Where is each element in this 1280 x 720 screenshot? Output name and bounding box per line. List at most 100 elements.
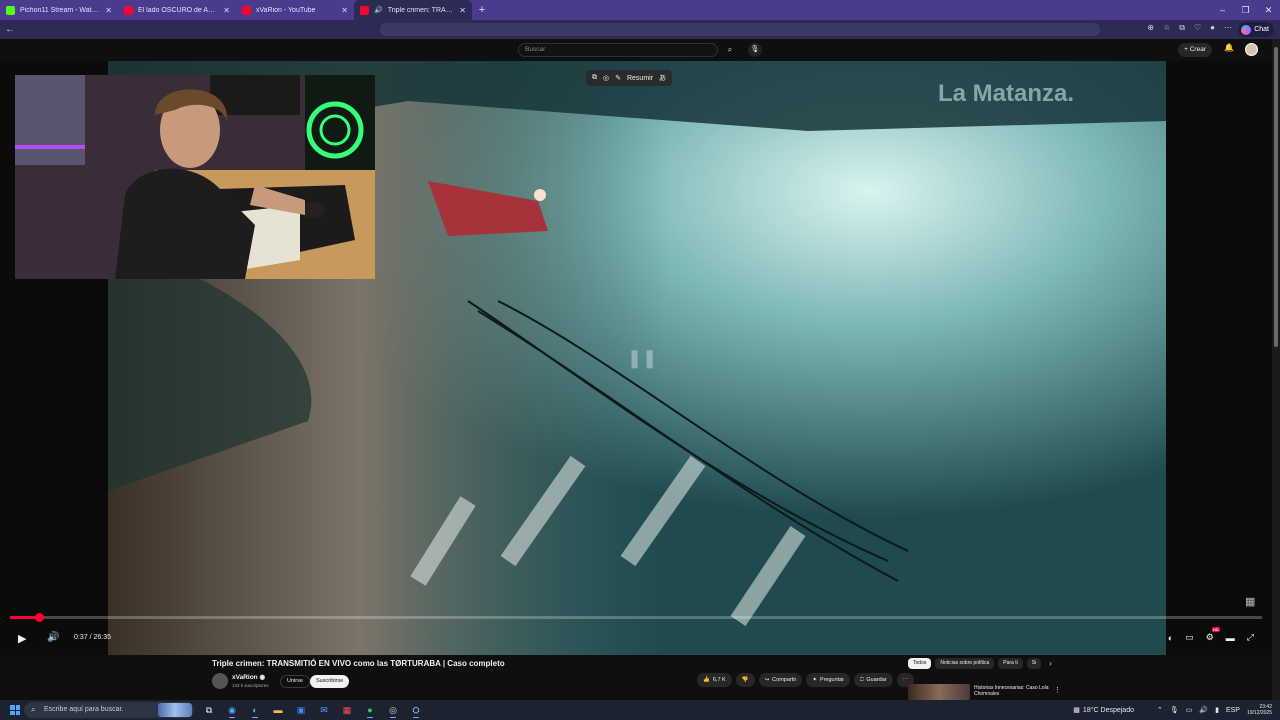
network-icon[interactable]: ▭	[1186, 706, 1193, 714]
search-icon: ⌕	[31, 705, 36, 714]
subscribe-button[interactable]: Suscribirse	[310, 675, 350, 688]
dislike-button[interactable]: 👎	[735, 673, 755, 687]
search-input[interactable]: Buscar	[518, 43, 718, 57]
notifications-bell-icon[interactable]: 🔔	[1224, 43, 1234, 52]
system-tray: ▦ 18°C Despejado ⌃ 🎙 ▭ 🔊 ▮ ESP 23:42 19/1…	[1073, 700, 1272, 720]
microphone-icon[interactable]: 🎙	[1170, 706, 1179, 714]
video-player[interactable]: La Matanza. ⧉ ◎ ✎ Resumir あ ❚❚ ▦ ▶ 🔊 0:3…	[0, 61, 1272, 655]
weather-widget[interactable]: ▦ 18°C Despejado	[1073, 706, 1134, 715]
channel-name-text: xVaRion	[232, 674, 258, 681]
close-tab-icon[interactable]: ✕	[223, 6, 230, 15]
taskbar-search-input[interactable]: ⌕ Escribe aquí para buscar.	[24, 702, 194, 718]
maximize-button[interactable]: ❐	[1234, 0, 1257, 20]
chip-for-you[interactable]: Para ti	[998, 658, 1023, 669]
summarize-icon[interactable]: ✎	[615, 74, 621, 82]
more-icon[interactable]: ⋯	[1224, 23, 1232, 33]
profile-icon[interactable]: ●	[1210, 23, 1215, 33]
progress-scrubber[interactable]	[35, 613, 45, 622]
subtitles-icon[interactable]: ▭	[1185, 632, 1194, 643]
file-explorer-icon[interactable]: ▬	[269, 702, 287, 718]
browser-tab-kick[interactable]: Pichon11 Stream - Watch Live on ✕	[0, 0, 118, 20]
copilot-chat-button[interactable]: Chat	[1238, 22, 1274, 37]
player-controls: ▶ 🔊 0:37 / 26:35 ◐ ▭ ⚙ HD ▬ ⤢	[0, 627, 1272, 651]
youtube-icon	[124, 5, 133, 15]
close-tab-icon[interactable]: ✕	[459, 6, 466, 15]
save-button[interactable]: ⎕ Guardar	[854, 673, 893, 687]
youtube-icon	[242, 5, 251, 15]
volume-icon[interactable]: 🔊	[1199, 706, 1208, 714]
channel-watermark-icon[interactable]: ▦	[1245, 595, 1255, 608]
time-display: 0:37 / 26:35	[74, 634, 111, 641]
theater-mode-icon[interactable]: ▬	[1226, 633, 1235, 643]
chevron-up-icon[interactable]: ⌃	[1157, 706, 1163, 714]
edge-icon[interactable]: ◐	[246, 702, 264, 718]
video-caption: La Matanza.	[938, 80, 1074, 107]
steam-icon[interactable]: ⛭	[407, 702, 425, 718]
search-icon[interactable]: ⌕	[722, 43, 738, 57]
scrollbar-thumb[interactable]	[1274, 47, 1278, 347]
battery-icon[interactable]: ▮	[1215, 706, 1219, 714]
channel-avatar[interactable]	[212, 673, 228, 689]
favorites-icon[interactable]: ♡	[1194, 23, 1201, 33]
store-icon[interactable]: ▣	[292, 702, 310, 718]
translate-page-icon[interactable]: あ	[659, 73, 666, 83]
like-button[interactable]: 👍 6,7 K	[697, 673, 732, 687]
recommended-video[interactable]: Historias Innecesarias: Caso Lola Chomna…	[908, 682, 1061, 700]
star-icon[interactable]: ☆	[1163, 23, 1170, 33]
address-bar[interactable]	[380, 23, 1100, 36]
chevron-right-icon[interactable]: ›	[1049, 659, 1052, 668]
zoom-icon[interactable]: ⊕	[1147, 23, 1154, 33]
recommended-thumbnail	[908, 684, 970, 700]
create-button[interactable]: + Crear	[1178, 43, 1212, 57]
youtube-icon	[360, 5, 369, 15]
calendar-icon[interactable]: ▦	[338, 702, 356, 718]
fullscreen-icon[interactable]: ⤢	[1247, 632, 1254, 643]
extensions-icon[interactable]: ⧉	[1179, 23, 1185, 33]
close-tab-icon[interactable]: ✕	[105, 6, 112, 15]
join-button[interactable]: Unirse	[280, 675, 310, 688]
kick-icon	[6, 5, 15, 15]
picture-in-picture-icon[interactable]: ⧉	[592, 74, 597, 82]
weather-text: 18°C Despejado	[1082, 706, 1134, 714]
obs-icon[interactable]: ◎	[384, 702, 402, 718]
search-highlight-image	[158, 703, 192, 717]
chip-more[interactable]: Si	[1026, 658, 1042, 669]
progress-bar[interactable]	[10, 613, 1262, 622]
channel-name[interactable]: xVaRion ◉	[232, 673, 265, 681]
create-label: Crear	[1189, 46, 1206, 53]
play-button[interactable]: ▶	[18, 632, 26, 645]
new-tab-button[interactable]: +	[472, 0, 492, 20]
browser-tab-xvarion[interactable]: xVaRion - YouTube ✕	[236, 0, 354, 20]
browser-tab-el-lado-oscuro[interactable]: El lado OSCURO de ARGENTINA | E ✕	[118, 0, 236, 20]
summarize-button[interactable]: Resumir	[627, 75, 653, 82]
windows-start-icon[interactable]	[10, 705, 20, 715]
ask-button[interactable]: ✦ Preguntar	[806, 673, 851, 687]
settings-gear-icon[interactable]: ⚙ HD	[1206, 627, 1220, 643]
recommended-title: Historias Innecesarias: Caso Lola Chomna…	[974, 685, 1049, 697]
back-arrow-icon[interactable]: ←	[0, 24, 20, 35]
volume-icon[interactable]: 🔊	[47, 632, 59, 643]
page-scrollbar[interactable]	[1272, 39, 1280, 700]
close-tab-icon[interactable]: ✕	[341, 6, 348, 15]
mail-icon[interactable]: ✉	[315, 702, 333, 718]
browser-tab-triple-crimen[interactable]: 🔊 Triple crimen: TRANSMITIÓ EN ✕	[354, 0, 472, 20]
chip-all[interactable]: Todos	[908, 658, 932, 669]
browser-tab-strip: Pichon11 Stream - Watch Live on ✕ El lad…	[0, 0, 1280, 20]
close-window-button[interactable]: ✕	[1257, 0, 1280, 20]
share-button[interactable]: ↪ Compartir	[758, 673, 803, 687]
minimize-button[interactable]: –	[1211, 0, 1234, 20]
video-title: Triple crimen: TRANSMITIÓ EN VIVO como l…	[212, 659, 505, 668]
task-view-icon[interactable]: ⧉	[200, 702, 218, 718]
microphone-icon[interactable]: 🎙	[748, 43, 762, 57]
spotify-icon[interactable]: ●	[361, 702, 379, 718]
account-avatar[interactable]	[1245, 43, 1258, 56]
tab-title: El lado OSCURO de ARGENTINA | E	[138, 6, 219, 14]
youtube-page: Buscar ⌕ 🎙 + Crear 🔔 La Matanza. ⧉ ◎ ✎ R…	[0, 39, 1272, 700]
autoplay-toggle[interactable]: ◐	[1168, 633, 1173, 643]
translate-icon[interactable]: ◎	[603, 74, 609, 82]
kebab-menu-icon[interactable]: ⋮	[1054, 686, 1061, 694]
chip-politics-news[interactable]: Noticias sobre política	[935, 658, 995, 669]
language-indicator[interactable]: ESP	[1226, 707, 1240, 714]
chrome-icon[interactable]: ◉	[223, 702, 241, 718]
clock[interactable]: 23:42 19/12/2025	[1247, 704, 1272, 716]
